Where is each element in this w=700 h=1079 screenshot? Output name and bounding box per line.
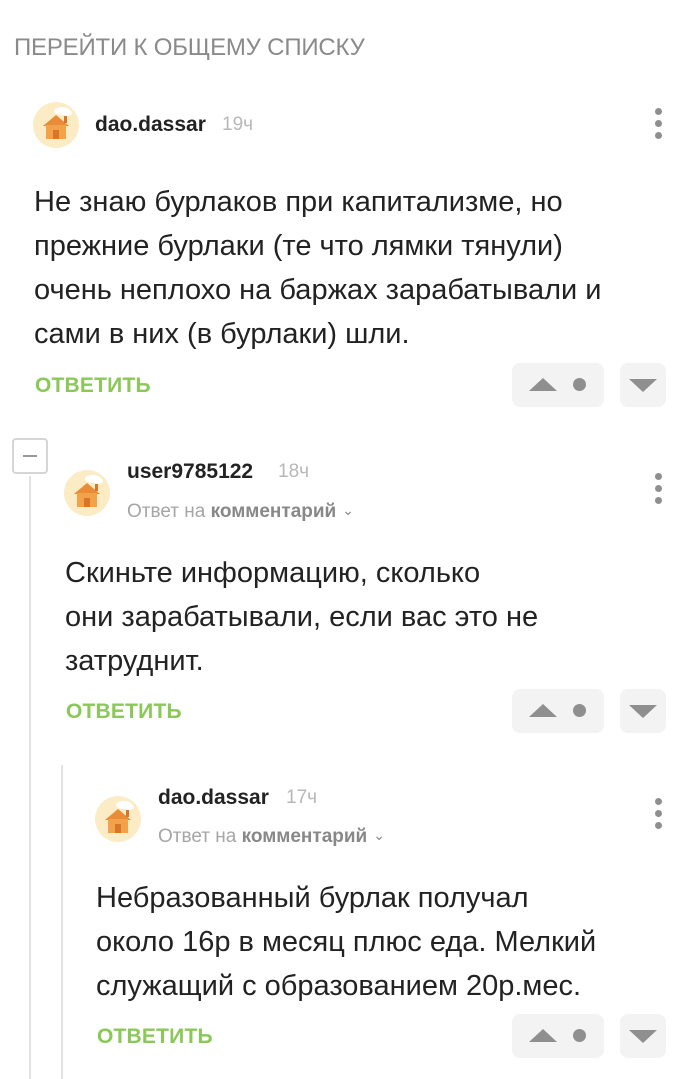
rating-dot-icon [573, 1029, 586, 1042]
reply-to-comment-link[interactable]: комментарий [211, 501, 337, 522]
comment-text-line: очень неплохо на баржах зарабатывали и [34, 274, 602, 306]
reply-button[interactable]: ОТВЕТИТЬ [97, 1025, 213, 1049]
vote-box [512, 689, 604, 733]
reply-to-link[interactable]: Ответ на комментарий ⌄ [127, 501, 354, 523]
avatar[interactable] [64, 470, 110, 516]
comment-text: Скиньте информацию, сколько они зарабаты… [65, 551, 538, 683]
back-to-list-link[interactable]: ПЕРЕЙТИ К ОБЩЕМУ СПИСКУ [14, 34, 365, 62]
username[interactable]: dao.dassar [95, 113, 206, 137]
more-options-icon[interactable] [647, 472, 671, 506]
reply-to-prefix: Ответ на [127, 501, 206, 522]
rating-dot-icon [573, 378, 586, 391]
reply-button[interactable]: ОТВЕТИТЬ [66, 700, 182, 724]
comment-text-line: служащий с образованием 20р.мес. [96, 970, 582, 1002]
comment-text-line: Не знаю бурлаков при капитализме, но [34, 186, 563, 218]
chevron-down-icon[interactable]: ⌄ [342, 502, 354, 519]
comment-text-line: Скиньте информацию, сколько [65, 557, 481, 589]
thread-line-level-2[interactable] [61, 765, 63, 1079]
avatar-house-icon [105, 801, 134, 833]
comment-text-line: они зарабатывали, если вас это не [65, 601, 539, 633]
more-options-icon[interactable] [647, 797, 671, 831]
thread-line-level-1[interactable] [29, 476, 31, 1079]
reply-to-link[interactable]: Ответ на комментарий ⌄ [158, 826, 385, 848]
comment-time: 18ч [278, 461, 310, 482]
vote-box [512, 363, 604, 407]
comment-text-line: сами в них (в бурлаки) шли. [34, 318, 410, 350]
downvote-button[interactable] [620, 1014, 666, 1058]
downvote-icon [629, 705, 657, 718]
downvote-button[interactable] [620, 363, 666, 407]
collapse-thread-button[interactable] [12, 438, 48, 474]
reply-to-comment-link[interactable]: комментарий [242, 826, 368, 847]
more-options-icon[interactable] [647, 107, 671, 141]
username[interactable]: user9785122 [127, 460, 253, 484]
username[interactable]: dao.dassar [158, 786, 269, 810]
comment-text: Не знаю бурлаков при капитализме, но пре… [34, 180, 601, 356]
reply-button[interactable]: ОТВЕТИТЬ [35, 374, 151, 398]
vote-box [512, 1014, 604, 1058]
comment-text: Небразованный бурлак получал около 16р в… [96, 876, 596, 1008]
reply-to-prefix: Ответ на [158, 826, 237, 847]
avatar[interactable] [33, 102, 79, 148]
rating-dot-icon [573, 704, 586, 717]
upvote-icon[interactable] [529, 378, 557, 391]
upvote-icon[interactable] [529, 1029, 557, 1042]
comment-time: 17ч [286, 787, 318, 808]
avatar[interactable] [95, 796, 141, 842]
comment-time: 19ч [222, 114, 254, 135]
comment-text-line: около 16р в месяц плюс еда. Мелкий [96, 926, 597, 958]
avatar-house-icon [74, 475, 103, 507]
chevron-down-icon[interactable]: ⌄ [373, 827, 385, 844]
downvote-button[interactable] [620, 689, 666, 733]
comment-text-line: прежние бурлаки (те что лямки тянули) [34, 230, 563, 262]
avatar-house-icon [43, 107, 72, 139]
downvote-icon [629, 379, 657, 392]
upvote-icon[interactable] [529, 704, 557, 717]
downvote-icon [629, 1030, 657, 1043]
comment-text-line: затруднит. [65, 645, 204, 677]
comment-text-line: Небразованный бурлак получал [96, 882, 529, 914]
